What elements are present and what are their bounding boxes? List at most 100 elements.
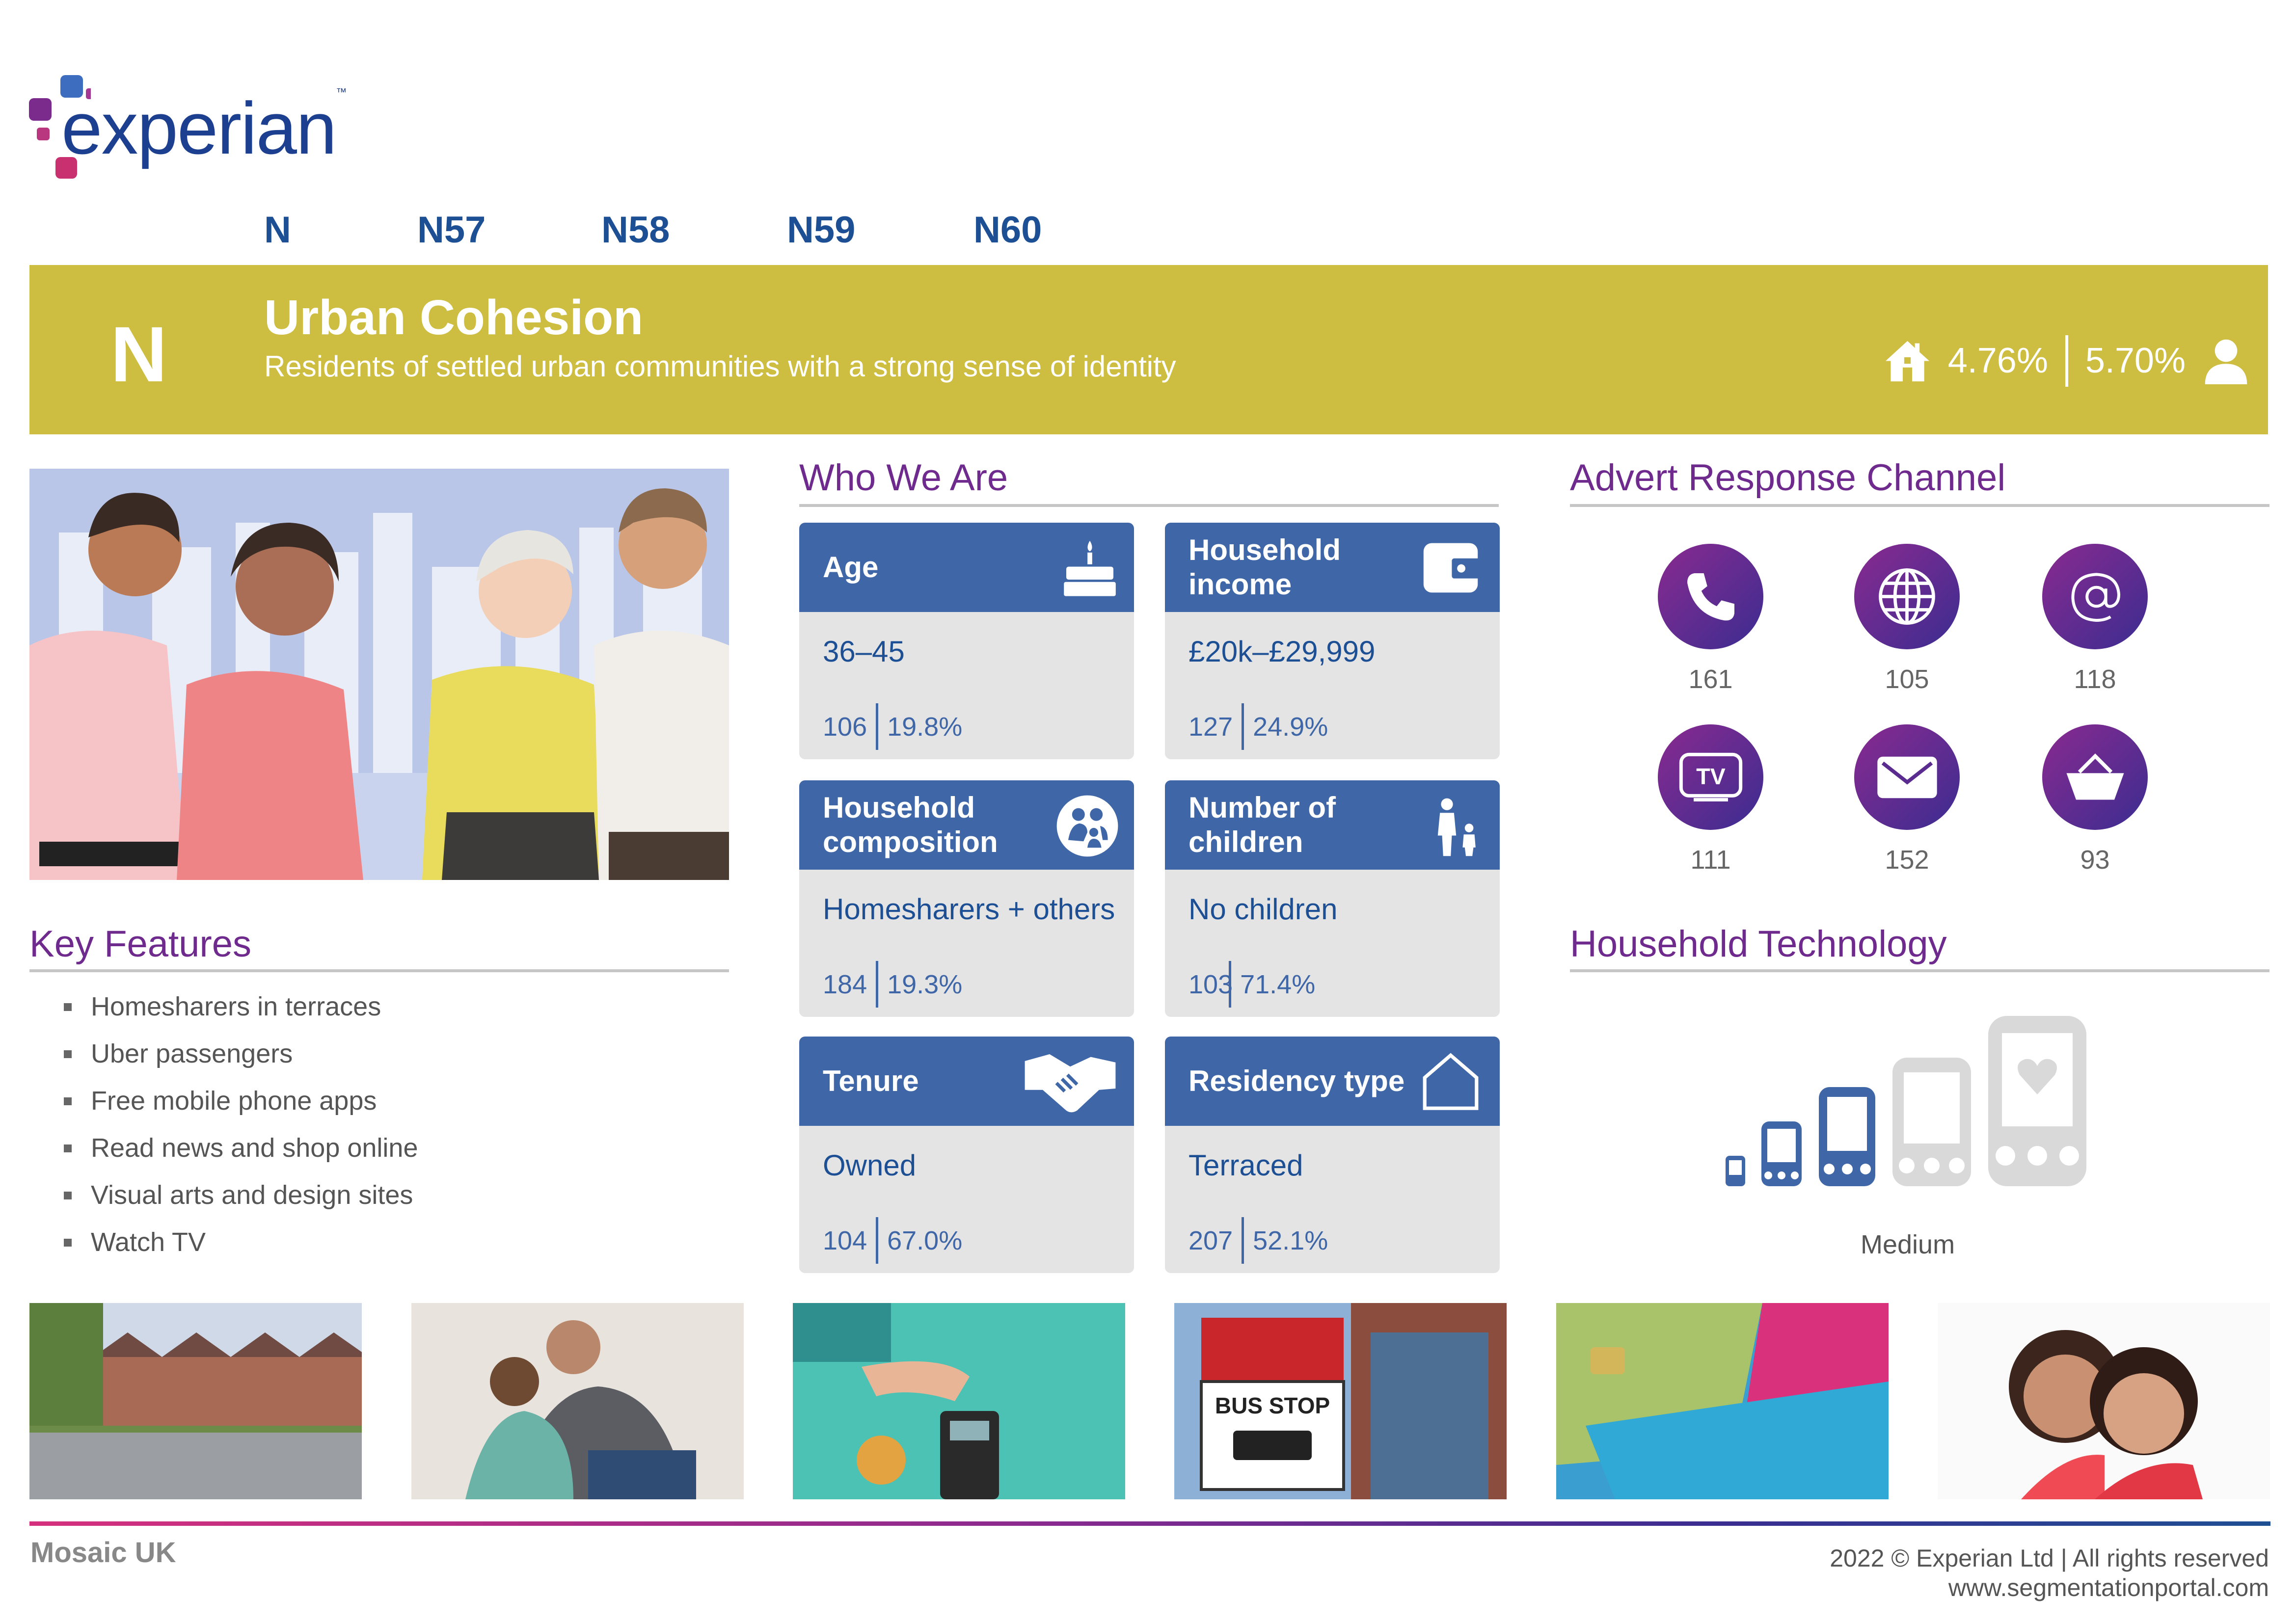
footer-url[interactable]: www.segmentationportal.com xyxy=(1830,1573,2269,1602)
channel-value: 93 xyxy=(2080,845,2110,875)
card-value: Owned xyxy=(823,1149,917,1182)
card-index: 207 xyxy=(1189,1225,1233,1255)
key-features-rule xyxy=(29,969,729,972)
photo-bus-stop: BUS STOP xyxy=(1174,1303,1507,1499)
card-header: Household income xyxy=(1165,523,1500,612)
channel-email: 118 xyxy=(2042,544,2148,694)
nav-link-n59[interactable]: N59 xyxy=(787,209,855,251)
channel-circle xyxy=(1854,724,1960,830)
card-stats: 104 67.0% xyxy=(823,1217,962,1264)
hero-illustration xyxy=(29,469,729,880)
channel-value: 118 xyxy=(2074,665,2116,694)
handshake-icon xyxy=(1025,1054,1116,1113)
photo-terraced-street xyxy=(29,1303,362,1499)
feature-item: Uber passengers xyxy=(64,1038,418,1086)
card-stats: 184 19.3% xyxy=(823,961,962,1008)
card-index: 104 xyxy=(823,1225,867,1255)
card-stats: 127 24.9% xyxy=(1189,703,1328,750)
card-number-of-children: Number of children No children 103 71.4% xyxy=(1165,780,1500,1017)
email-at-icon xyxy=(2071,572,2120,622)
card-label: Age xyxy=(823,551,879,584)
key-features-list: Homesharers in terraces Uber passengers … xyxy=(64,991,418,1274)
feature-item: Visual arts and design sites xyxy=(64,1180,418,1227)
nav-link-n57[interactable]: N57 xyxy=(417,209,486,251)
photo-credit-cards xyxy=(1556,1303,1889,1499)
globe-icon xyxy=(1879,568,1935,625)
stat-divider xyxy=(1242,1217,1244,1264)
household-technology-title: Household Technology xyxy=(1570,923,1947,965)
stat-divider xyxy=(876,1217,879,1264)
channel-circle xyxy=(1658,544,1763,649)
card-label: Tenure xyxy=(823,1064,919,1097)
group-letter: N xyxy=(110,310,167,398)
channel-circle xyxy=(2042,544,2148,649)
footer-product-name: Mosaic UK xyxy=(30,1537,176,1569)
advert-response-rule xyxy=(1570,504,2269,507)
channel-circle xyxy=(1854,544,1960,649)
card-value: £20k–£29,999 xyxy=(1189,635,1376,668)
device-icon xyxy=(1819,1087,1875,1186)
svg-text:BUS STOP: BUS STOP xyxy=(1215,1393,1330,1418)
card-tenure: Tenure Owned 104 67.0% xyxy=(799,1037,1134,1273)
key-features-title: Key Features xyxy=(29,923,251,965)
photo-father-daughter xyxy=(411,1303,744,1499)
card-index: 103 xyxy=(1189,969,1233,999)
footer-credits: 2022 © Experian Ltd | All rights reserve… xyxy=(1830,1543,2269,1602)
device-icon xyxy=(1761,1121,1802,1186)
channel-mail: 152 xyxy=(1854,724,1960,875)
footer-copyright: 2022 © Experian Ltd | All rights reserve… xyxy=(1830,1544,2269,1572)
nav-link-n58[interactable]: N58 xyxy=(601,209,670,251)
stat-divider xyxy=(2065,335,2068,387)
house-icon xyxy=(1885,341,1929,382)
feature-item: Free mobile phone apps xyxy=(64,1086,418,1133)
card-label: Household income xyxy=(1189,533,1341,601)
group-title: Urban Cohesion xyxy=(264,290,644,345)
card-percent: 19.3% xyxy=(887,969,963,999)
feature-item: Homesharers in terraces xyxy=(64,991,418,1038)
card-percent: 71.4% xyxy=(1240,969,1316,999)
card-percent: 67.0% xyxy=(887,1225,963,1255)
parent-child-icon xyxy=(1437,798,1476,856)
nav-link-n[interactable]: N xyxy=(264,209,291,251)
stat-divider xyxy=(1229,961,1232,1008)
birthday-cake-icon xyxy=(1064,540,1116,596)
card-label: Residency type xyxy=(1189,1064,1405,1097)
card-index: 127 xyxy=(1189,712,1233,742)
stat-divider xyxy=(876,703,879,750)
card-header: Age xyxy=(799,523,1134,612)
people-percent: 5.70% xyxy=(2085,341,2186,380)
device-icon xyxy=(1726,1156,1745,1186)
tv-icon: TV xyxy=(1679,752,1742,801)
person-icon xyxy=(2205,339,2247,384)
card-percent: 52.1% xyxy=(1253,1225,1328,1255)
card-percent: 24.9% xyxy=(1253,712,1328,742)
card-header: Residency type xyxy=(1165,1037,1500,1126)
card-age: Age 36–45 106 19.8% xyxy=(799,523,1134,759)
card-index: 106 xyxy=(823,712,867,742)
footer-gradient-rule xyxy=(29,1521,2270,1526)
channel-web: 105 xyxy=(1854,544,1960,694)
channel-value: 152 xyxy=(1885,845,1929,875)
family-icon xyxy=(1056,795,1118,857)
households-percent: 4.76% xyxy=(1947,341,2048,380)
feature-item: Read news and shop online xyxy=(64,1133,418,1180)
wallet-icon xyxy=(1423,543,1480,593)
card-index: 184 xyxy=(823,969,867,999)
card-label: Household composition xyxy=(823,791,998,858)
device-icon xyxy=(1988,1016,2086,1186)
photo-two-girls xyxy=(1938,1303,2270,1499)
who-we-are-title: Who We Are xyxy=(799,457,1008,499)
card-value: No children xyxy=(1189,893,1338,926)
card-stats: 106 19.8% xyxy=(823,703,962,750)
card-stats: 207 52.1% xyxy=(1189,1217,1328,1264)
channel-value: 161 xyxy=(1688,665,1733,694)
who-we-are-rule xyxy=(799,504,1499,507)
channel-value: 105 xyxy=(1885,665,1929,694)
feature-item: Watch TV xyxy=(64,1227,418,1274)
card-stats: 103 71.4% xyxy=(1189,961,1315,1008)
stat-divider xyxy=(1242,703,1244,750)
svg-text:TV: TV xyxy=(1696,764,1726,789)
nav-link-n60[interactable]: N60 xyxy=(973,209,1042,251)
technology-device-scale xyxy=(1726,1016,2086,1186)
photo-card-payment xyxy=(793,1303,1125,1499)
